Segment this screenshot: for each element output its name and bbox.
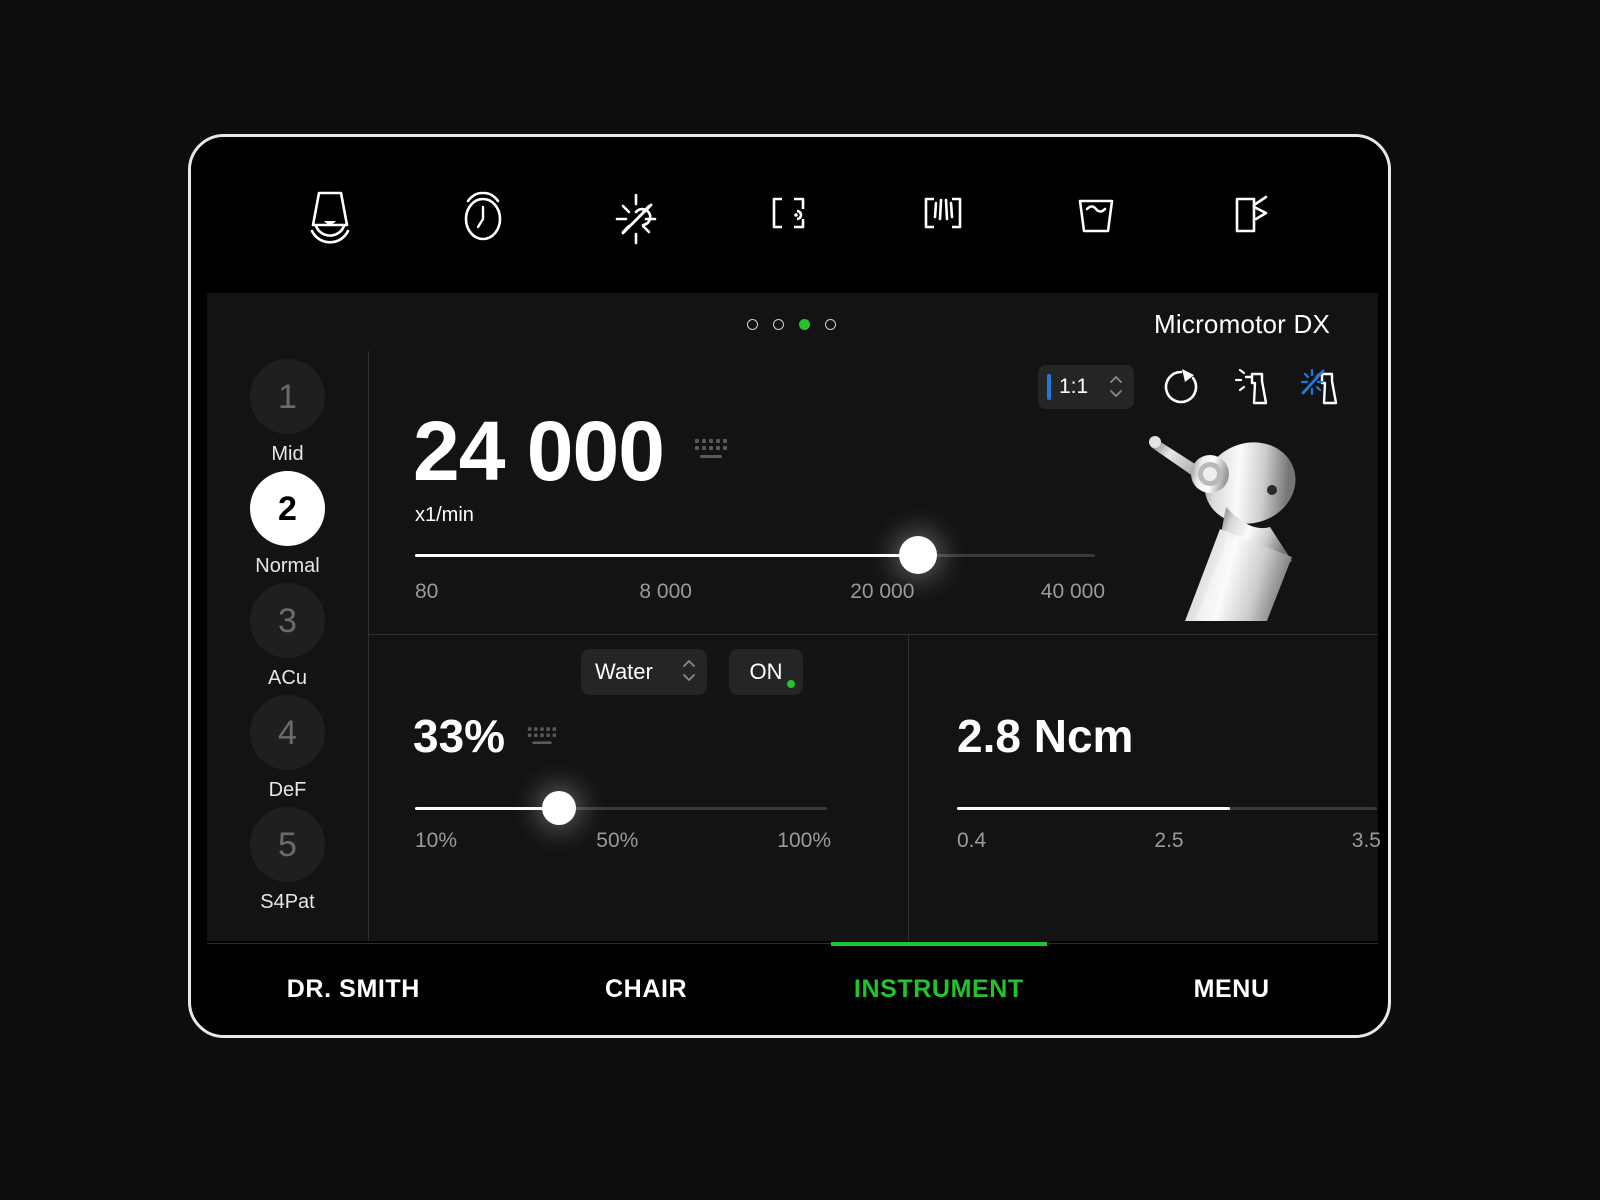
chevron-down-icon: [1110, 390, 1122, 397]
chair-back-icon[interactable]: [866, 137, 1019, 293]
coolant-pane: Water ON 33% 10% 50% 100%: [369, 635, 909, 941]
main-column: 1:1 24 000 x1/min 80 8 000 20 000 40 000…: [369, 351, 1381, 941]
coolant-power-label: ON: [749, 659, 783, 684]
spray-no-light-icon[interactable]: [1228, 365, 1272, 409]
screen-header: Micromotor DX: [207, 293, 1378, 351]
coolant-slider[interactable]: 10% 50% 100%: [415, 791, 831, 852]
coolant-value: 33%: [413, 710, 506, 762]
nav-item-menu[interactable]: MENU: [1085, 944, 1378, 1035]
speed-tick-2: 20 000: [850, 580, 915, 603]
preset-rail: 1 Mid 2 Normal 3 ACu 4 DeF 5 S4Pat: [207, 351, 369, 941]
nav-label-instrument: INSTRUMENT: [853, 975, 1024, 1003]
preset-label-1: Mid: [271, 443, 304, 465]
speed-value: 24 000: [413, 404, 665, 498]
coolant-slider-fill: [415, 807, 560, 810]
speed-controls-row: 1:1: [1038, 365, 1342, 409]
chair-position-icon[interactable]: [713, 137, 866, 293]
bowl-rinse-icon[interactable]: [1173, 137, 1326, 293]
torque-tick-0: 0.4: [957, 829, 987, 852]
dental-control-tablet: Micromotor DX 1 Mid 2 Normal 3 ACu 4 DeF…: [188, 134, 1391, 1038]
speed-tick-3: 40 000: [1040, 580, 1105, 603]
curing-light-icon[interactable]: [560, 137, 713, 293]
gear-ratio-stepper[interactable]: [1108, 375, 1124, 398]
page-indicator-dots[interactable]: [747, 319, 836, 330]
preset-label-4: DeF: [268, 779, 307, 801]
torque-value: 2.8 Ncm: [957, 710, 1134, 762]
coolant-tick-1: 50%: [596, 829, 639, 852]
coolant-tick-2: 100%: [777, 829, 831, 852]
preset-number-3[interactable]: 3: [250, 583, 325, 658]
nav-item-chair[interactable]: CHAIR: [500, 944, 793, 1035]
preset-number-1[interactable]: 1: [250, 359, 325, 434]
preset-label-3: ACu: [268, 667, 307, 689]
status-indicator-dot: [787, 680, 795, 688]
page-dot-3-active[interactable]: [799, 319, 810, 330]
coolant-medium-select[interactable]: Water: [581, 649, 707, 695]
preset-item-3[interactable]: 3 ACu: [207, 583, 368, 695]
coolant-tick-0: 10%: [415, 829, 458, 852]
speed-slider-fill: [415, 554, 919, 557]
chevron-up-icon: [1110, 376, 1122, 383]
speed-unit-label: x1/min: [415, 504, 474, 526]
coolant-slider-thumb[interactable]: [542, 791, 577, 825]
ultrasonic-scaler-icon[interactable]: [253, 137, 406, 293]
page-dot-4[interactable]: [825, 319, 836, 330]
preset-item-4[interactable]: 4 DeF: [207, 695, 368, 807]
nav-label-doctor: DR. SMITH: [286, 975, 420, 1003]
coolant-power-toggle[interactable]: ON: [729, 649, 803, 695]
preset-number-2[interactable]: 2: [250, 471, 325, 546]
reverse-rotation-icon[interactable]: [1160, 366, 1202, 408]
coolant-medium-value: Water: [595, 659, 653, 684]
preset-label-2: Normal: [255, 555, 320, 577]
speed-section: 1:1 24 000 x1/min 80 8 000 20 000 40 000: [369, 351, 1378, 635]
preset-item-5[interactable]: 5 S4Pat: [207, 807, 368, 919]
lower-section: Water ON 33% 10% 50% 100% 2.8 Ncm 0.4 2.…: [369, 635, 1381, 941]
instrument-title: Micromotor DX: [1154, 309, 1330, 339]
preset-item-1[interactable]: 1 Mid: [207, 359, 368, 471]
bottom-navigation: DR. SMITH CHAIR INSTRUMENT MENU: [207, 942, 1378, 1035]
quick-function-toolbar: [191, 137, 1388, 293]
coolant-controls-row: Water ON: [581, 649, 803, 695]
torque-slider-fill: [957, 807, 1230, 810]
speed-tick-0: 80: [415, 580, 439, 603]
coolant-medium-stepper[interactable]: [681, 659, 697, 682]
coolant-value-group: 33%: [413, 713, 557, 759]
cup-fill-icon[interactable]: [1019, 137, 1172, 293]
torque-pane: 2.8 Ncm 0.4 2.5 3.5: [909, 635, 1381, 941]
page-dot-2[interactable]: [773, 319, 784, 330]
nav-label-menu: MENU: [1193, 975, 1270, 1003]
gear-ratio-accent-bar: [1047, 374, 1051, 400]
speed-slider[interactable]: 80 8 000 20 000 40 000: [415, 536, 1105, 603]
nav-label-chair: CHAIR: [605, 975, 688, 1003]
keyboard-icon[interactable]: [694, 437, 728, 468]
gear-ratio-value: 1:1: [1059, 375, 1089, 398]
screenshot-root: Micromotor DX 1 Mid 2 Normal 3 ACu 4 DeF…: [0, 0, 1600, 1200]
gear-ratio-selector[interactable]: 1:1: [1038, 365, 1134, 409]
nav-item-instrument[interactable]: INSTRUMENT: [793, 942, 1086, 1035]
chevron-down-icon: [683, 674, 695, 681]
preset-item-2[interactable]: 2 Normal: [207, 471, 368, 583]
torque-tick-2: 3.5: [1351, 829, 1381, 852]
instrument-body: 1 Mid 2 Normal 3 ACu 4 DeF 5 S4Pat 1:1 2…: [207, 351, 1381, 941]
spray-light-icon[interactable]: [1298, 365, 1342, 409]
instrument-screen: Micromotor DX 1 Mid 2 Normal 3 ACu 4 DeF…: [207, 293, 1381, 941]
speed-tick-1: 8 000: [639, 580, 692, 603]
speed-slider-thumb[interactable]: [899, 536, 938, 574]
keyboard-icon[interactable]: [527, 725, 557, 754]
speed-value-group: 24 000: [413, 404, 728, 498]
nav-item-doctor[interactable]: DR. SMITH: [207, 944, 500, 1035]
chevron-up-icon: [683, 660, 695, 667]
torque-slider[interactable]: 0.4 2.5 3.5: [957, 807, 1381, 852]
page-dot-1[interactable]: [747, 319, 758, 330]
preset-label-5: S4Pat: [260, 891, 315, 913]
timer-icon[interactable]: [406, 137, 559, 293]
preset-number-5[interactable]: 5: [250, 807, 325, 882]
handpiece-illustration: [1149, 436, 1296, 621]
nav-active-indicator: [830, 942, 1047, 946]
torque-tick-1: 2.5: [1154, 829, 1184, 852]
preset-number-4[interactable]: 4: [250, 695, 325, 770]
